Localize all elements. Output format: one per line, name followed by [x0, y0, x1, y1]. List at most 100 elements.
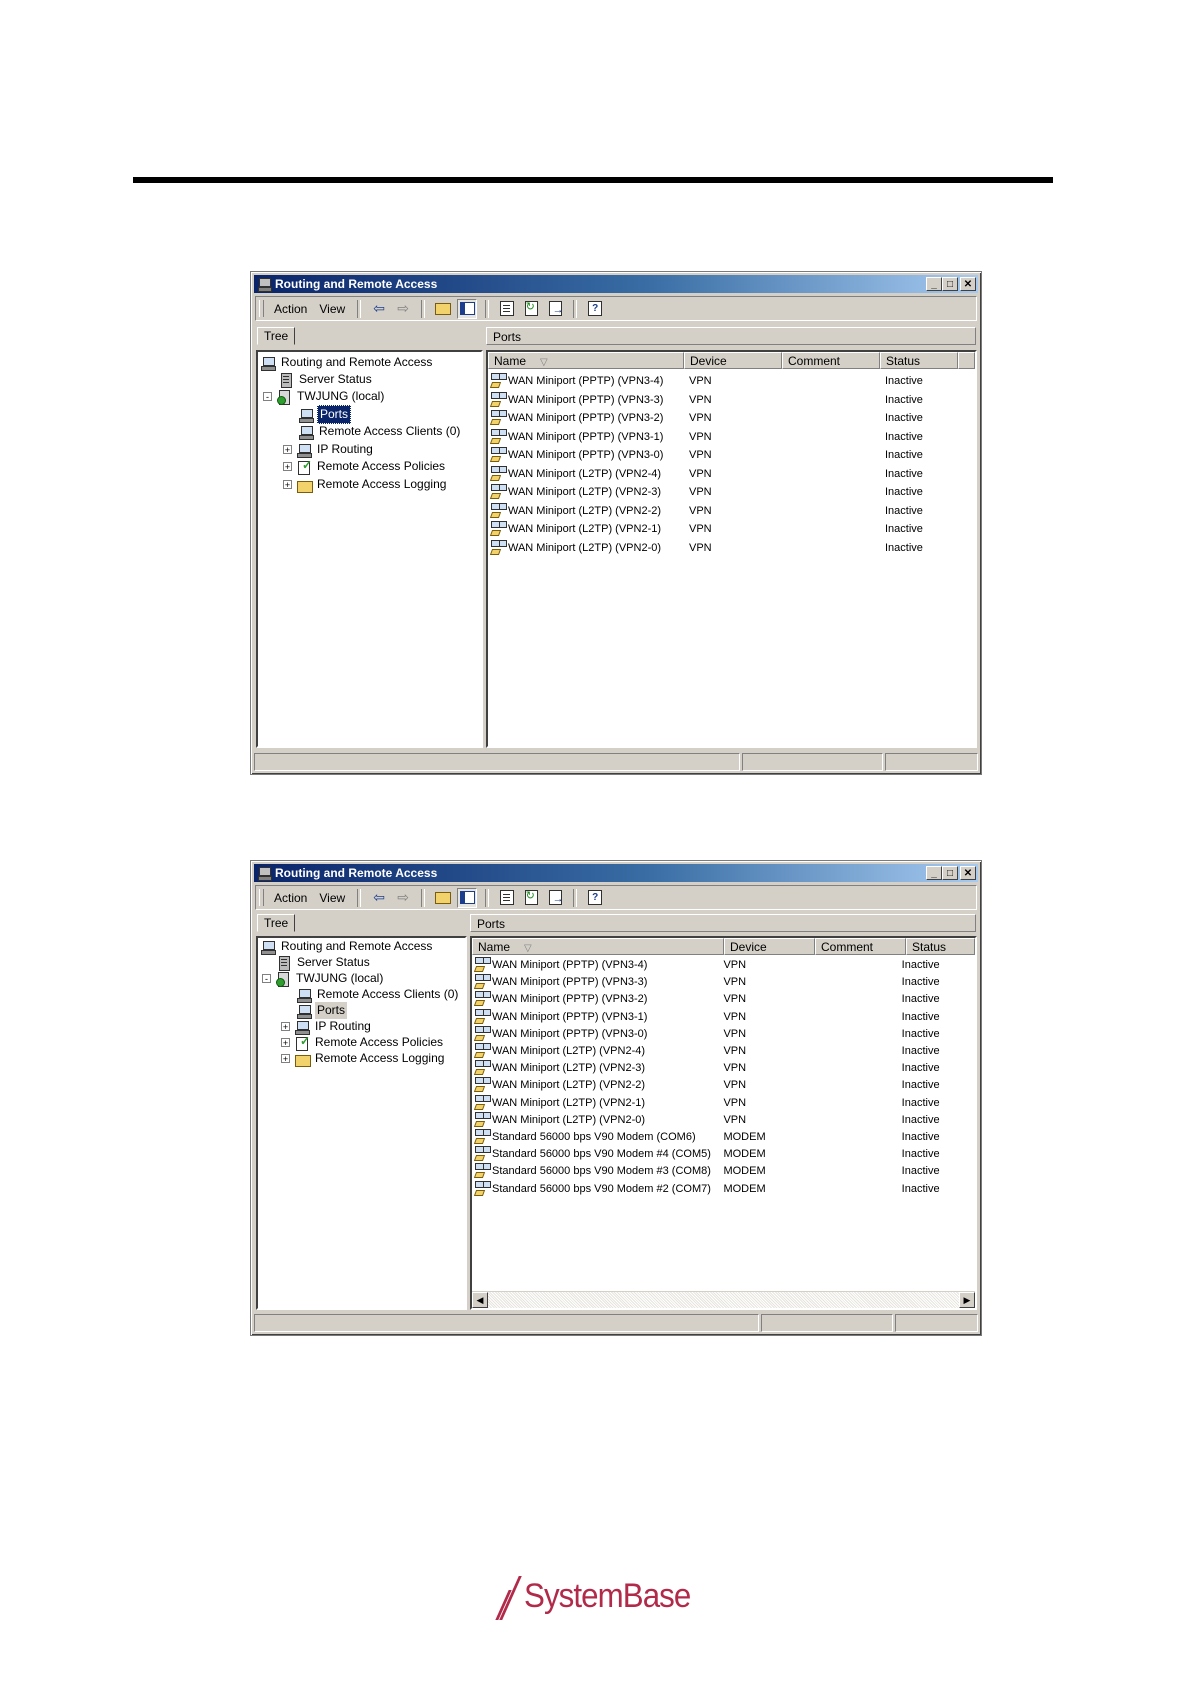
table-row[interactable]: WAN Miniport (L2TP) (VPN2-1) VPN Inactive	[472, 1094, 975, 1112]
tree-pane[interactable]: Routing and Remote Access Server Status …	[256, 936, 467, 1310]
tab-tree[interactable]: Tree	[257, 914, 296, 932]
tree-item-server-status[interactable]: Server Status	[276, 954, 372, 971]
expand-icon[interactable]: +	[281, 1038, 290, 1048]
tree-item-remote-access-clients[interactable]: Remote Access Clients (0)	[298, 423, 462, 440]
table-row[interactable]: WAN Miniport (L2TP) (VPN2-2) VPN Inactive	[472, 1076, 975, 1094]
refresh-icon[interactable]	[521, 888, 541, 908]
close-button[interactable]: ✕	[960, 866, 976, 880]
ports-list[interactable]: Name ▽ Device Comment Status WAN Miniport…	[470, 936, 977, 1310]
show-hide-tree-icon[interactable]	[457, 298, 478, 319]
scroll-right-icon[interactable]: ▶	[959, 1292, 975, 1308]
table-row[interactable]: WAN Miniport (PPTP) (VPN3-2) VPN Inactive	[488, 409, 975, 427]
column-header-device[interactable]: Device	[724, 938, 815, 955]
help-icon[interactable]: ?	[585, 299, 605, 319]
properties-icon[interactable]	[497, 888, 517, 908]
close-button[interactable]: ✕	[960, 277, 976, 291]
table-row[interactable]: WAN Miniport (L2TP) (VPN2-4) VPN Inactive	[488, 465, 975, 483]
tree-item-twjung-local[interactable]: - TWJUNG (local)	[262, 970, 385, 987]
table-row[interactable]: WAN Miniport (L2TP) (VPN2-3) VPN Inactive	[488, 483, 975, 501]
properties-icon[interactable]	[497, 299, 517, 319]
back-arrow-icon[interactable]: ⇦	[369, 888, 389, 908]
back-arrow-icon[interactable]: ⇦	[369, 299, 389, 319]
help-icon[interactable]: ?	[585, 888, 605, 908]
up-folder-icon[interactable]	[433, 299, 453, 319]
table-row[interactable]: WAN Miniport (L2TP) (VPN2-4) VPN Inactive	[472, 1042, 975, 1060]
tree-item-ip-routing[interactable]: + IP Routing	[283, 441, 375, 458]
expand-icon[interactable]: +	[283, 480, 292, 490]
cell-device: VPN	[718, 956, 807, 974]
table-row[interactable]: WAN Miniport (PPTP) (VPN3-2) VPN Inactive	[472, 990, 975, 1008]
table-row[interactable]: WAN Miniport (L2TP) (VPN2-0) VPN Inactive	[488, 539, 975, 557]
table-row[interactable]: Standard 56000 bps V90 Modem #2 (COM7) MO…	[472, 1180, 975, 1198]
tree-item-remote-access-logging[interactable]: + Remote Access Logging	[283, 476, 448, 493]
scroll-track[interactable]	[488, 1292, 959, 1308]
forward-arrow-icon[interactable]: ⇨	[393, 888, 413, 908]
column-header-status[interactable]: Status	[880, 352, 958, 369]
table-row[interactable]: Standard 56000 bps V90 Modem #3 (COM8) MO…	[472, 1162, 975, 1180]
expand-icon[interactable]: +	[281, 1054, 290, 1064]
cell-device-text: MODEM	[723, 1131, 766, 1143]
title-bar[interactable]: Routing and Remote Access _ □ ✕	[254, 275, 978, 293]
table-row[interactable]: WAN Miniport (PPTP) (VPN3-3) VPN Inactive	[472, 973, 975, 991]
column-header-name[interactable]: Name ▽	[472, 938, 724, 955]
expand-icon[interactable]: +	[283, 445, 292, 455]
menu-action[interactable]: Action	[268, 891, 313, 905]
table-row[interactable]: WAN Miniport (L2TP) (VPN2-3) VPN Inactive	[472, 1059, 975, 1077]
tree-item-ip-routing[interactable]: + IP Routing	[281, 1018, 373, 1035]
menu-action[interactable]: Action	[268, 302, 313, 316]
minimize-button[interactable]: _	[926, 866, 942, 880]
tree-item-remote-access-policies[interactable]: +Remote Access Policies	[283, 457, 447, 475]
up-folder-icon[interactable]	[433, 888, 453, 908]
tree-item-routing-and-remote-access[interactable]: Routing and Remote Access	[260, 938, 434, 955]
horizontal-scrollbar[interactable]: ◀ ▶	[472, 1291, 975, 1308]
column-header-comment[interactable]: Comment	[782, 352, 880, 369]
table-row[interactable]: WAN Miniport (PPTP) (VPN3-4) VPN Inactive	[472, 956, 975, 974]
table-row[interactable]: WAN Miniport (PPTP) (VPN3-1) VPN Inactive	[472, 1008, 975, 1026]
refresh-icon[interactable]	[521, 299, 541, 319]
table-row[interactable]: WAN Miniport (PPTP) (VPN3-0) VPN Inactive	[472, 1025, 975, 1043]
forward-arrow-icon[interactable]: ⇨	[393, 299, 413, 319]
menu-view[interactable]: View	[313, 891, 351, 905]
export-list-icon[interactable]	[545, 888, 565, 908]
tree-pane[interactable]: Routing and Remote Access Server Status …	[256, 350, 483, 748]
tree-item-server-status[interactable]: Server Status	[278, 371, 374, 388]
table-row[interactable]: WAN Miniport (PPTP) (VPN3-3) VPN Inactive	[488, 391, 975, 409]
table-row[interactable]: WAN Miniport (PPTP) (VPN3-4) VPN Inactive	[488, 372, 975, 390]
table-row[interactable]: Standard 56000 bps V90 Modem #4 (COM5) MO…	[472, 1145, 975, 1163]
tree-item-remote-access-clients[interactable]: Remote Access Clients (0)	[296, 986, 460, 1003]
ports-list[interactable]: Name ▽ Device Comment Status WAN Miniport…	[486, 350, 977, 748]
port-icon	[474, 957, 490, 973]
menu-view[interactable]: View	[313, 302, 351, 316]
column-header-status[interactable]: Status	[906, 938, 975, 955]
expand-icon[interactable]: +	[283, 462, 292, 472]
table-row[interactable]: WAN Miniport (L2TP) (VPN2-1) VPN Inactive	[488, 520, 975, 538]
tab-tree[interactable]: Tree	[257, 327, 296, 345]
tree-item-remote-access-logging[interactable]: + Remote Access Logging	[281, 1050, 446, 1067]
toolbar-separator	[421, 888, 426, 907]
column-header-name[interactable]: Name ▽	[488, 352, 684, 369]
expand-icon[interactable]: +	[281, 1022, 290, 1032]
column-header-comment[interactable]: Comment	[815, 938, 906, 955]
systembase-logo: SystemBase	[500, 1570, 720, 1622]
table-row[interactable]: WAN Miniport (PPTP) (VPN3-1) VPN Inactive	[488, 428, 975, 446]
show-hide-tree-icon[interactable]	[457, 887, 478, 908]
scroll-left-icon[interactable]: ◀	[472, 1292, 488, 1308]
collapse-icon[interactable]: -	[263, 392, 272, 402]
tree-item-twjung-local[interactable]: - TWJUNG (local)	[263, 388, 386, 405]
cell-status: Inactive	[880, 520, 958, 538]
table-row[interactable]: WAN Miniport (PPTP) (VPN3-0) VPN Inactive	[488, 446, 975, 464]
tree-item-ports[interactable]: Ports	[298, 405, 352, 424]
export-list-icon[interactable]	[545, 299, 565, 319]
title-bar[interactable]: Routing and Remote Access _ □ ✕	[254, 864, 978, 882]
table-row[interactable]: WAN Miniport (L2TP) (VPN2-2) VPN Inactive	[488, 502, 975, 520]
column-header-device[interactable]: Device	[684, 352, 782, 369]
collapse-icon[interactable]: -	[262, 974, 271, 984]
maximize-button[interactable]: □	[942, 866, 958, 880]
tree-item-routing-and-remote-access[interactable]: Routing and Remote Access	[260, 354, 434, 371]
tree-item-ports[interactable]: Ports	[296, 1002, 348, 1019]
maximize-button[interactable]: □	[942, 277, 958, 291]
tree-item-remote-access-policies[interactable]: +Remote Access Policies	[281, 1033, 445, 1051]
table-row[interactable]: Standard 56000 bps V90 Modem (COM6) MODEM…	[472, 1128, 975, 1146]
table-row[interactable]: WAN Miniport (L2TP) (VPN2-0) VPN Inactive	[472, 1111, 975, 1129]
minimize-button[interactable]: _	[926, 277, 942, 291]
